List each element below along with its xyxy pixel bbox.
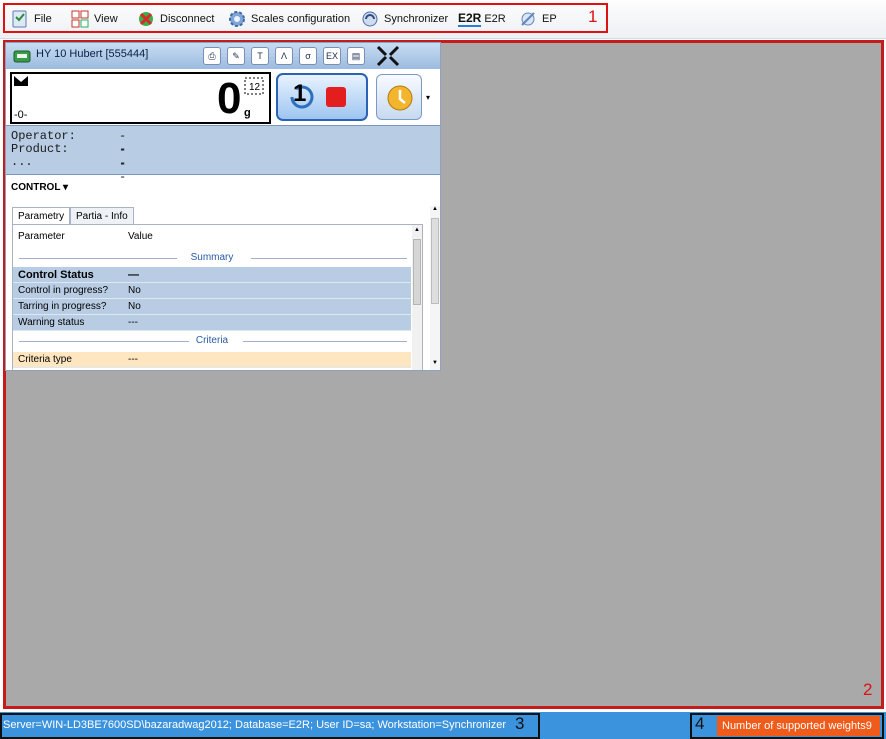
main-toolbar: File View Disconnect Scales configuratio…	[0, 0, 886, 39]
table-row[interactable]: Criteria type ---	[13, 352, 411, 368]
product-info-panel: Operator: --- Product: --- ...	[6, 125, 440, 184]
screen-button[interactable]: ▤	[347, 47, 365, 65]
weight-display: -0- 0 g 12	[10, 72, 271, 124]
info-row-product: Product: ---	[11, 142, 126, 184]
scale-panel: HY 10 Hubert [555444] ⎙ ✎ T Λ σ EX ▤ -0-…	[5, 42, 441, 371]
table-row[interactable]: Warning status ---	[13, 315, 411, 331]
collapse-icon[interactable]	[376, 45, 400, 67]
range-indicator-icon: 12	[244, 77, 264, 95]
section-label: Summary	[190, 252, 234, 263]
grid-header: Parameter Value	[13, 229, 411, 245]
row-value: ---	[128, 354, 138, 365]
tab-partia-info[interactable]: Partia - Info	[70, 207, 134, 224]
info-row-more: ...	[11, 155, 33, 169]
row-name: Control Status	[18, 269, 94, 281]
control-menu[interactable]: CONTROL ▾	[11, 182, 68, 193]
tare-mode-button[interactable]: 1	[276, 73, 368, 121]
grid-section-summary: Summary	[13, 250, 411, 266]
row-name: Warning status	[18, 317, 85, 328]
ex-button[interactable]: EX	[323, 47, 341, 65]
info-label: ...	[11, 155, 33, 169]
info-row-operator: Operator: ---	[11, 129, 126, 171]
scale-panel-header: HY 10 Hubert [555444] ⎙ ✎ T Λ σ EX ▤	[6, 43, 440, 69]
info-label: Product:	[11, 142, 69, 156]
tare-t-button[interactable]: T	[251, 47, 269, 65]
row-name: Tarring in progress?	[18, 301, 107, 312]
toolbar-highlight-frame	[3, 3, 608, 33]
scale-icon	[13, 50, 31, 63]
supported-weights-badge: Number of supported weights9	[717, 716, 880, 736]
info-label: Operator:	[11, 129, 76, 143]
panel-scrollbar[interactable]: ▲ ▼	[430, 206, 440, 370]
grid-header-value: Value	[128, 231, 153, 242]
parameter-grid: Parameter Value Summary Control Status —…	[12, 224, 423, 370]
sigma-button[interactable]: σ	[299, 47, 317, 65]
section-label: Criteria	[195, 335, 229, 346]
print-button[interactable]: ⎙	[203, 47, 221, 65]
table-row[interactable]: Control in progress? No	[13, 283, 411, 299]
annotation-marker-3: 3	[515, 714, 525, 733]
settings-button[interactable]: ✎	[227, 47, 245, 65]
profile-dropdown-icon[interactable]: ▾	[426, 93, 430, 102]
row-value: —	[128, 269, 139, 281]
peak-button[interactable]: Λ	[275, 47, 293, 65]
scroll-up-icon[interactable]: ▲	[414, 227, 420, 233]
svg-text:12: 12	[249, 82, 261, 93]
annotation-marker-2: 2	[863, 680, 873, 699]
stable-indicator-icon	[14, 76, 28, 86]
row-value: No	[128, 285, 141, 296]
grid-section-criteria: Criteria	[13, 333, 411, 349]
tare-number: 1	[293, 80, 307, 107]
weight-unit: g	[244, 107, 251, 119]
scroll-thumb[interactable]	[431, 218, 439, 304]
weight-value: 0	[217, 74, 242, 123]
scroll-thumb[interactable]	[413, 239, 421, 305]
annotation-marker-4: 4	[695, 714, 705, 733]
grid-header-parameter: Parameter	[18, 231, 65, 242]
tab-parametry[interactable]: Parametry	[12, 207, 71, 224]
connection-highlight-frame	[0, 713, 540, 739]
row-name: Criteria type	[18, 354, 72, 365]
profile-icon	[387, 85, 413, 111]
row-value: ---	[128, 317, 138, 328]
stop-icon	[326, 87, 346, 107]
table-row[interactable]: Tarring in progress? No	[13, 299, 411, 315]
row-name: Control in progress?	[18, 285, 109, 296]
info-value: ---	[119, 142, 127, 184]
row-value: No	[128, 301, 141, 312]
scroll-up-icon[interactable]: ▲	[432, 206, 438, 212]
zero-indicator: -0-	[14, 109, 28, 121]
profile-button[interactable]	[376, 74, 422, 120]
grid-scrollbar[interactable]: ▲	[412, 225, 422, 370]
table-row[interactable]: Control Status —	[13, 267, 411, 283]
scroll-down-icon[interactable]: ▼	[432, 360, 438, 366]
scale-title: HY 10 Hubert [555444]	[36, 48, 149, 60]
annotation-marker-1: 1	[588, 7, 598, 26]
